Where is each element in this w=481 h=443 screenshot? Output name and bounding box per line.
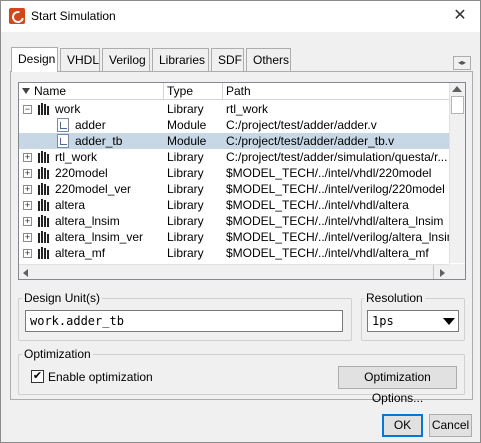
expand-icon[interactable]: +: [23, 201, 32, 210]
scroll-thumb[interactable]: [451, 96, 464, 114]
enable-optimization-checkbox[interactable]: ✔: [31, 370, 44, 383]
tree-cell-name: 220model_ver: [55, 182, 132, 196]
tree-cell-name: 220model: [55, 166, 108, 180]
tree-cell-name: adder_tb: [75, 134, 123, 148]
tree-row[interactable]: + altera_mf Library $MODEL_TECH/../intel/vh…: [19, 245, 449, 261]
tree-row[interactable]: adder_tb Module C:/project/test/adder/adde…: [19, 133, 449, 149]
design-tree[interactable]: Name Type Path − work Library rtl_work adder…: [18, 82, 466, 280]
library-icon: [38, 103, 49, 115]
tree-cell-path: C:/project/test/adder/adder_tb.v: [226, 134, 395, 148]
enable-optimization-label[interactable]: Enable optimization: [48, 370, 153, 384]
tree-cell-path: $MODEL_TECH/../intel/verilog/220model: [226, 182, 445, 196]
questa-app-icon: [9, 8, 25, 24]
tab-others[interactable]: Others: [246, 48, 291, 71]
scroll-left-icon[interactable]: [23, 269, 28, 277]
tab-libraries[interactable]: Libraries: [152, 48, 209, 71]
resolution-label: Resolution: [364, 291, 425, 305]
tree-cell-name: altera_lnsim_ver: [55, 230, 144, 244]
resolution-value: 1ps: [372, 314, 394, 328]
tree-row[interactable]: + altera_lnsim Library $MODEL_TECH/../intel…: [19, 213, 449, 229]
column-header-type[interactable]: Type: [164, 83, 223, 100]
horizontal-scrollbar[interactable]: [19, 264, 449, 279]
tree-cell-type: Library: [167, 198, 204, 212]
tree-cell-path: C:/project/test/adder/simulation/questa/…: [226, 150, 448, 164]
tree-cell-type: Library: [167, 102, 204, 116]
dropdown-arrow-icon[interactable]: [443, 318, 455, 325]
tab-verilog[interactable]: Verilog: [102, 48, 150, 71]
expand-icon[interactable]: +: [23, 169, 32, 178]
tree-row[interactable]: +220model_ver Library $MODEL_TECH/../intel…: [19, 181, 449, 197]
tree-cell-type: Library: [167, 214, 204, 228]
library-icon: [38, 231, 49, 243]
close-icon[interactable]: ✕: [448, 5, 472, 29]
scroll-up-icon[interactable]: [452, 86, 462, 92]
tree-cell-name: altera_mf: [55, 246, 106, 260]
library-icon: [38, 183, 49, 195]
expand-icon[interactable]: +: [23, 185, 32, 194]
tree-cell-path: $MODEL_TECH/../intel/vhdl/altera_mf: [226, 246, 429, 260]
tab-scroll-arrows[interactable]: ◂▸: [453, 56, 471, 70]
tab-sdf[interactable]: SDF: [211, 48, 244, 71]
tree-row[interactable]: − work Library rtl_work: [19, 101, 449, 117]
vertical-scrollbar[interactable]: [449, 83, 465, 263]
tree-cell-type: Library: [167, 246, 204, 260]
ok-button[interactable]: OK: [382, 414, 423, 437]
tree-cell-path: $MODEL_TECH/../intel/verilog/altera_lnsi…: [226, 230, 449, 244]
tree-cell-type: Library: [167, 150, 204, 164]
tree-cell-path: $MODEL_TECH/../intel/vhdl/altera_lnsim: [226, 214, 444, 228]
collapse-icon[interactable]: −: [23, 105, 32, 114]
title-bar[interactable]: Start Simulation ✕: [1, 1, 480, 32]
tree-row[interactable]: + altera_lnsim_ver Library $MODEL_TECH/../i…: [19, 229, 449, 245]
tree-row[interactable]: + altera Library $MODEL_TECH/../intel/vhdl/…: [19, 197, 449, 213]
tree-cell-path: $MODEL_TECH/../intel/vhdl/altera: [226, 198, 409, 212]
tab-vhdl[interactable]: VHDL: [60, 48, 100, 71]
design-unit-input[interactable]: work.adder_tb: [25, 310, 343, 332]
scroll-right-icon[interactable]: [440, 269, 445, 277]
library-icon: [38, 247, 49, 259]
tree-row[interactable]: + rtl_work Library C:/project/test/adder/si…: [19, 149, 449, 165]
module-icon: [57, 118, 69, 132]
module-icon: [57, 134, 69, 148]
library-icon: [38, 151, 49, 163]
tree-cell-path: C:/project/test/adder/adder.v: [226, 118, 377, 132]
optimization-options-button[interactable]: Optimization Options...: [338, 366, 457, 405]
tree-cell-type: Library: [167, 166, 204, 180]
tree-cell-type: Library: [167, 230, 204, 244]
tree-cell-path: $MODEL_TECH/../intel/vhdl/220model: [226, 166, 432, 180]
tree-cell-name: altera_lnsim: [55, 214, 120, 228]
tree-cell-type: Module: [167, 134, 207, 148]
tree-header: Name Type Path: [19, 83, 449, 100]
tree-cell-name: work: [55, 102, 81, 116]
tree-row[interactable]: +220model Library $MODEL_TECH/../intel/vhd…: [19, 165, 449, 181]
optimization-label: Optimization: [22, 347, 93, 361]
column-header-name[interactable]: Name: [31, 83, 164, 100]
sort-down-icon[interactable]: [22, 88, 30, 94]
expand-icon[interactable]: +: [23, 233, 32, 242]
column-header-path[interactable]: Path: [223, 83, 449, 100]
library-icon: [38, 167, 49, 179]
tab-design[interactable]: Design: [11, 47, 58, 72]
design-unit-label: Design Unit(s): [22, 291, 103, 305]
expand-icon[interactable]: +: [23, 153, 32, 162]
tree-cell-name: altera: [55, 198, 86, 212]
tree-cell-name: rtl_work: [55, 150, 98, 164]
tree-cell-name: adder: [75, 118, 106, 132]
start-simulation-dialog: Start Simulation ✕ Design VHDL Verilog L…: [0, 0, 481, 443]
expand-icon[interactable]: +: [23, 249, 32, 258]
tree-row[interactable]: adder Module C:/project/test/adder/adder.v: [19, 117, 449, 133]
window-title: Start Simulation: [31, 9, 116, 23]
cancel-button[interactable]: Cancel: [429, 414, 472, 437]
tree-cell-type: Library: [167, 182, 204, 196]
scroll-corner: [449, 264, 465, 279]
library-icon: [38, 215, 49, 227]
tree-cell-path: rtl_work: [226, 102, 269, 116]
resolution-select[interactable]: 1ps: [367, 310, 459, 332]
library-icon: [38, 199, 49, 211]
expand-icon[interactable]: +: [23, 217, 32, 226]
tree-cell-type: Module: [167, 118, 207, 132]
